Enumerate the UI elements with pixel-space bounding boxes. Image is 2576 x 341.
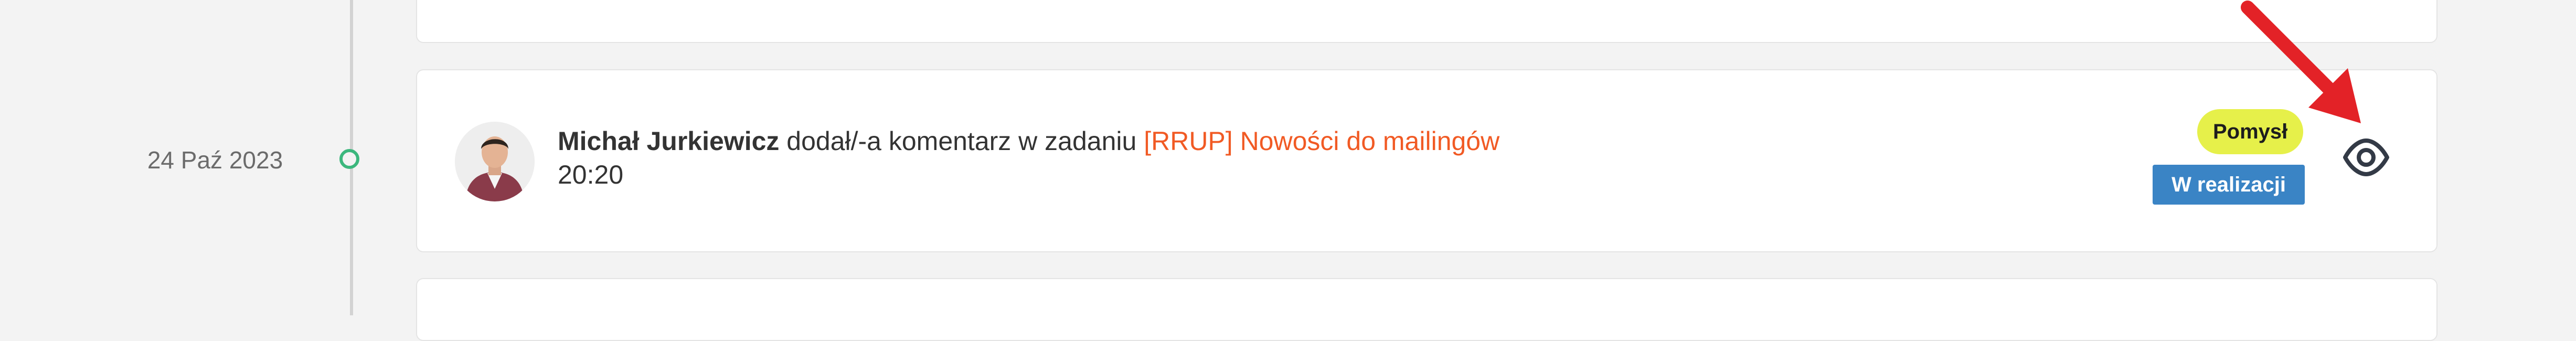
task-link[interactable]: [RRUP] Nowości do mailingów <box>1144 126 1499 156</box>
status-badge: W realizacji <box>2153 165 2305 205</box>
activity-card: Michał Jurkiewicz dodał/-a komentarz w z… <box>416 69 2437 252</box>
timeline-date: 24 Paź 2023 <box>147 146 283 174</box>
activity-card-next <box>416 278 2437 341</box>
annotation-arrow <box>2241 1 2361 123</box>
action-text: dodał/-a komentarz w zadaniu <box>779 126 1144 156</box>
eye-icon <box>2343 138 2389 176</box>
activity-time: 20:20 <box>558 160 624 189</box>
timeline-dot <box>339 149 359 169</box>
view-button[interactable] <box>2341 132 2391 183</box>
activity-card-previous <box>416 0 2437 43</box>
user-name[interactable]: Michał Jurkiewicz <box>558 126 779 156</box>
activity-description: Michał Jurkiewicz dodał/-a komentarz w z… <box>558 126 1499 156</box>
avatar[interactable] <box>455 122 535 201</box>
